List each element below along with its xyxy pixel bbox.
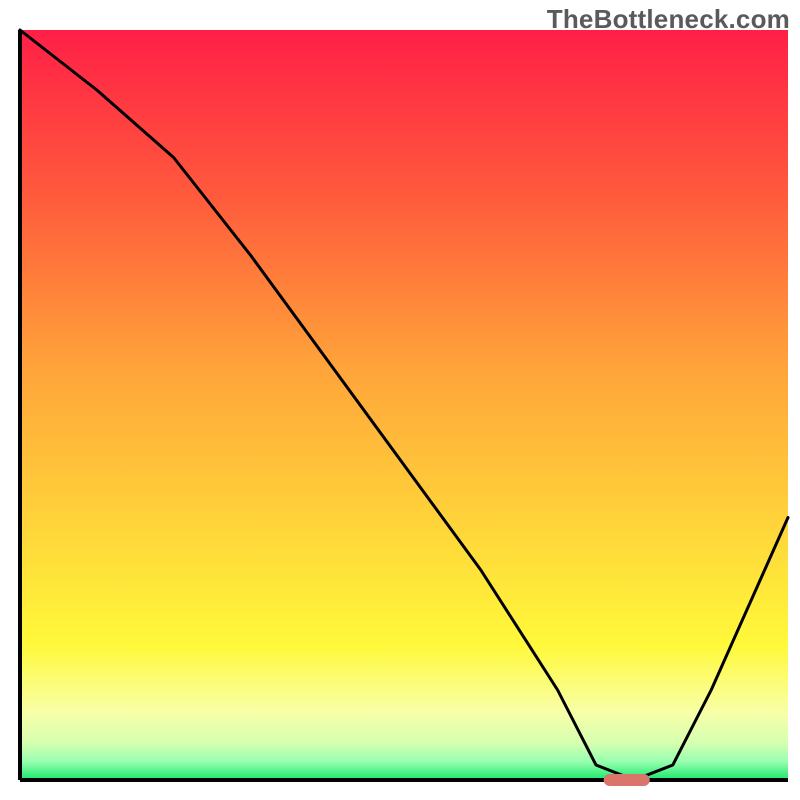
chart-container: TheBottleneck.com: [0, 0, 800, 800]
watermark-text: TheBottleneck.com: [547, 4, 790, 35]
bottleneck-chart: [0, 0, 800, 800]
plot-background: [20, 30, 788, 780]
optimal-marker: [604, 774, 650, 786]
